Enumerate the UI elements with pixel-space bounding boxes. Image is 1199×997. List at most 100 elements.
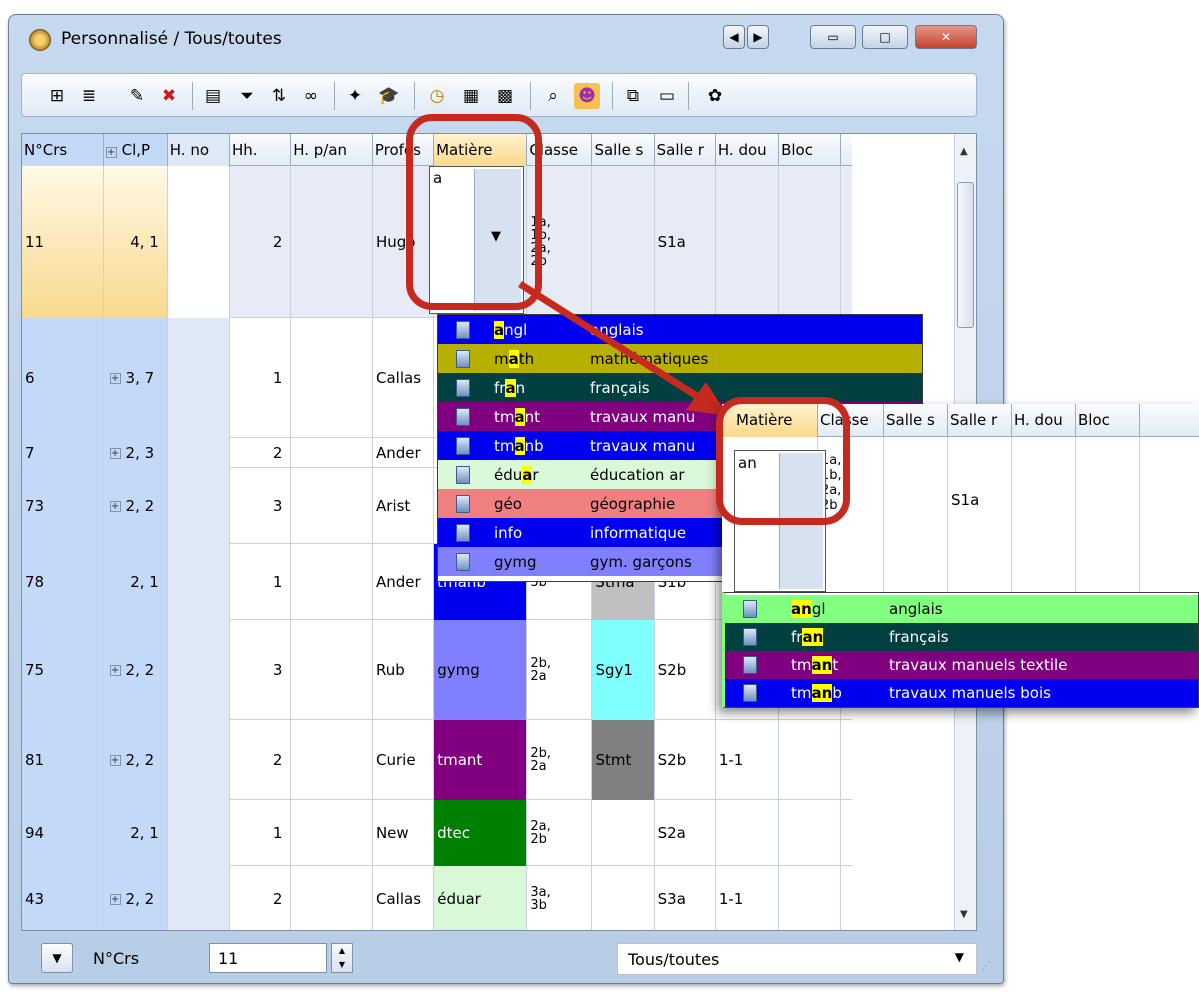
table-cell[interactable]: Ander — [373, 544, 435, 620]
table-cell[interactable]: S2a — [655, 800, 716, 866]
table-cell[interactable] — [291, 866, 374, 930]
table-cell[interactable] — [167, 468, 231, 544]
table-cell[interactable]: +2, 2 — [103, 866, 168, 930]
column-header[interactable]: Bloc — [779, 134, 842, 166]
table-cell[interactable] — [841, 800, 852, 866]
table-cell[interactable] — [592, 800, 655, 866]
delete-icon[interactable]: ✖ — [156, 83, 182, 109]
subject-dropdown-list-zoom[interactable]: angl anglais fran français tmant travaux manu… — [722, 592, 1199, 708]
column-header[interactable]: Bloc — [1076, 404, 1140, 437]
expand-icon[interactable]: + — [109, 893, 121, 905]
column-header[interactable]: + Cl,P — [103, 134, 168, 166]
table-cell[interactable]: 6 — [22, 318, 104, 438]
table-cell[interactable]: 2 — [230, 438, 292, 468]
people-icon[interactable]: ☻ — [574, 83, 600, 109]
expand-icon[interactable]: + — [109, 754, 121, 766]
table-cell[interactable]: 2, 1 — [103, 544, 168, 620]
table-cell[interactable]: 81 — [22, 720, 104, 800]
filter-select[interactable]: Tous/toutes ▼ — [617, 943, 977, 975]
table-cell[interactable] — [779, 800, 842, 866]
expand-icon[interactable]: + — [109, 372, 121, 384]
table-cell[interactable] — [167, 866, 231, 930]
graduation-icon[interactable]: 🎓 — [376, 83, 402, 109]
table-cell[interactable] — [167, 166, 231, 318]
column-header[interactable]: Salle s — [592, 134, 655, 166]
clock-icon[interactable]: ◷ — [424, 83, 450, 109]
table-cell[interactable] — [841, 866, 852, 930]
column-header[interactable]: H. dou — [716, 134, 780, 166]
table-cell[interactable] — [779, 720, 842, 800]
table-cell[interactable] — [779, 866, 842, 930]
table-cell[interactable]: 3a, 3b — [527, 866, 593, 930]
table-row[interactable]: 81 +2, 2 2 Curie tmant 2b, 2a Stmt S2b 1-1 — [22, 720, 852, 800]
table-cell[interactable]: 1 — [230, 318, 292, 438]
list-item[interactable]: fran français — [725, 623, 1198, 651]
new-icon[interactable]: ✎ — [124, 83, 150, 109]
link-icon[interactable]: ∞ — [298, 83, 324, 109]
table-cell[interactable]: 3 — [230, 620, 292, 720]
list-item[interactable]: tmanb travaux manuels bois — [725, 679, 1198, 707]
palette-icon[interactable]: ✿ — [702, 83, 728, 109]
expand-icon[interactable]: + — [109, 664, 121, 676]
table-cell[interactable]: New — [373, 800, 435, 866]
list-item[interactable]: angl anglais — [725, 595, 1198, 623]
table-cell[interactable]: +2, 2 — [103, 620, 168, 720]
table-cell[interactable] — [592, 866, 655, 930]
column-header[interactable]: H. dou — [1012, 404, 1076, 437]
table-cell[interactable]: 11 — [22, 166, 104, 318]
table-cell[interactable]: +2, 3 — [103, 438, 168, 468]
column-header[interactable]: Hh. — [230, 134, 292, 166]
table-cell[interactable]: 1 — [230, 544, 292, 620]
table-cell[interactable]: S1a — [948, 437, 1012, 595]
table-cell[interactable]: Ander — [373, 438, 435, 468]
minimize-button[interactable]: ▭ — [810, 25, 856, 49]
table-cell[interactable] — [884, 437, 948, 595]
table-cell[interactable]: 94 — [22, 800, 104, 866]
table-cell[interactable]: 7 — [22, 438, 104, 468]
table-cell[interactable] — [167, 720, 231, 800]
expand-icon[interactable]: + — [109, 447, 121, 459]
list-edit-icon[interactable]: ▤ — [200, 83, 226, 109]
table-cell[interactable]: +2, 2 — [103, 468, 168, 544]
wand-icon[interactable]: ✦ — [342, 83, 368, 109]
table-cell[interactable]: Arist — [373, 468, 435, 544]
table-cell[interactable] — [291, 468, 374, 544]
scroll-up-icon[interactable]: ▲ — [960, 146, 968, 157]
table-cell[interactable] — [841, 720, 852, 800]
table-cell[interactable] — [167, 620, 231, 720]
table-cell[interactable] — [167, 544, 231, 620]
table-cell[interactable]: 73 — [22, 468, 104, 544]
table-cell[interactable]: 1-1 — [716, 866, 779, 930]
table-cell[interactable]: 78 — [22, 544, 104, 620]
title-bar[interactable]: Personnalisé / Tous/toutes ◀ ▶ ▭ □ ✕ — [9, 15, 1003, 59]
window-icon[interactable]: ▭ — [654, 83, 680, 109]
grid-expand-icon[interactable]: ⊞ — [44, 83, 70, 109]
table-cell[interactable] — [167, 438, 231, 468]
table-cell[interactable]: 2b, 2a — [527, 720, 593, 800]
table-cell[interactable] — [841, 166, 852, 318]
table-cell[interactable]: +2, 2 — [103, 720, 168, 800]
table-cell[interactable] — [291, 720, 374, 800]
table-cell[interactable]: S2b — [655, 620, 716, 720]
field-dropdown-button[interactable]: ▼ — [41, 943, 73, 973]
table-cell[interactable]: 2b, 2a — [527, 620, 593, 720]
table-cell[interactable] — [167, 800, 231, 866]
column-header[interactable]: H. no — [167, 134, 230, 166]
table-cell[interactable] — [779, 166, 842, 318]
table-cell[interactable]: Stmt — [592, 720, 655, 800]
table-cell[interactable]: tmant — [434, 720, 528, 800]
table-cell[interactable]: Callas — [373, 866, 435, 930]
table-cell[interactable]: Rub — [373, 620, 435, 720]
column-header[interactable]: N°Crs — [22, 134, 104, 166]
scroll-thumb[interactable] — [957, 182, 974, 328]
table-cell[interactable]: dtec — [434, 800, 528, 866]
calendar-icon[interactable]: ▦ — [458, 83, 484, 109]
table-cell[interactable]: Sgy1 — [592, 620, 655, 720]
spinner-icon[interactable]: ▲ ▼ — [331, 943, 353, 973]
table-row[interactable]: 94 2, 1 1 New dtec 2a, 2b S2a — [22, 800, 852, 866]
table-cell[interactable]: 75 — [22, 620, 104, 720]
table-cell[interactable] — [291, 166, 373, 318]
table-cell[interactable]: gymg — [434, 620, 528, 720]
table-cell[interactable]: Curie — [373, 720, 435, 800]
table-cell[interactable] — [291, 318, 374, 438]
